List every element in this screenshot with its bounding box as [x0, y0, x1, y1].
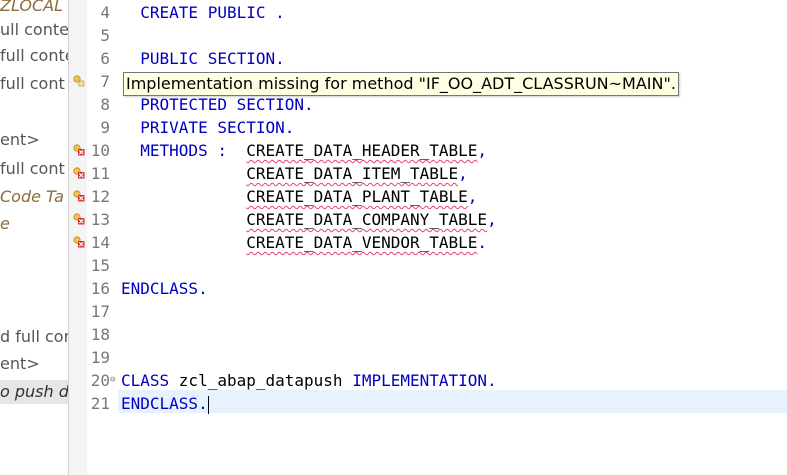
code-token: ENDCLASS. — [121, 279, 208, 298]
code-token: , — [467, 187, 478, 206]
code-token: PROTECTED SECTION. — [121, 95, 314, 114]
code-token: PRIVATE SECTION. — [121, 118, 295, 137]
code-token: . — [477, 233, 488, 252]
line-number: 10 — [90, 141, 110, 160]
line-number: 11 — [90, 164, 110, 183]
outline-item[interactable]: ZLOCAL — [0, 0, 63, 18]
method-name-error: CREATE_DATA_COMPANY_TABLE — [246, 210, 488, 229]
line-number: 12 — [90, 187, 110, 206]
method-name-error: CREATE_DATA_ITEM_TABLE — [246, 164, 459, 183]
code-token: PUBLIC SECTION. — [121, 49, 285, 68]
text-caret — [207, 395, 209, 414]
code-token: , — [458, 164, 468, 183]
outline-item[interactable]: Code Ta — [0, 185, 64, 209]
error-marker-icon[interactable] — [73, 213, 85, 225]
line-number: 9 — [100, 118, 110, 137]
error-marker-icon[interactable] — [73, 167, 85, 179]
line-number: 21 — [90, 394, 110, 413]
line-number: 7 — [100, 72, 110, 91]
fold-toggle-icon[interactable]: ⊖ — [110, 376, 118, 385]
error-marker-icon[interactable] — [73, 236, 85, 248]
line-number: 18 — [90, 325, 110, 344]
line-number: 6 — [100, 49, 110, 68]
code-token: , — [477, 141, 488, 160]
code-line[interactable]: CLASS zcl_abap_datapush IMPLEMENTATION. — [121, 369, 497, 392]
line-number: 16 — [90, 279, 110, 298]
outline-item[interactable]: d full con — [0, 325, 68, 349]
code-line[interactable]: ENDCLASS. — [121, 392, 209, 415]
code-token: zcl_abap_datapush — [178, 371, 343, 390]
code-line[interactable]: PRIVATE SECTION. — [121, 116, 294, 139]
error-marker-icon[interactable] — [73, 190, 85, 202]
code-line[interactable]: PROTECTED SECTION. — [121, 93, 314, 116]
line-number: 19 — [90, 348, 110, 367]
error-marker-icon[interactable] — [73, 144, 85, 156]
outline-item[interactable]: e — [0, 212, 10, 236]
outline-item[interactable]: o push d — [0, 380, 68, 404]
line-number: 15 — [90, 256, 110, 275]
line-number: 5 — [100, 26, 110, 45]
code-token: IMPLEMENTATION. — [342, 371, 497, 390]
outline-pane[interactable]: ZLOCALull contenfull contefull content>f… — [0, 0, 69, 475]
line-number: 20 — [90, 371, 110, 390]
outline-item[interactable]: ent> — [0, 128, 40, 152]
line-number: 14 — [90, 233, 110, 252]
outline-item[interactable]: ent> — [0, 352, 40, 376]
code-token: CREATE PUBLIC . — [121, 3, 285, 22]
code-line[interactable]: CREATE_DATA_PLANT_TABLE, — [121, 185, 477, 208]
line-number: 17 — [90, 302, 110, 321]
code-line[interactable]: METHODS : CREATE_DATA_HEADER_TABLE, — [121, 139, 487, 162]
error-tooltip: Implementation missing for method "IF_OO… — [123, 72, 679, 96]
code-token: , — [487, 210, 497, 229]
outline-item[interactable]: full cont — [0, 72, 65, 96]
code-token: CLASS — [121, 371, 179, 390]
code-token: ENDCLASS. — [121, 394, 208, 413]
code-line[interactable]: CREATE_DATA_VENDOR_TABLE. — [121, 231, 487, 254]
outline-item[interactable]: full cont — [0, 157, 65, 181]
outline-item[interactable]: ull conten — [0, 18, 68, 42]
code-line[interactable]: ENDCLASS. — [121, 277, 208, 300]
outline-item[interactable]: full conte — [0, 44, 68, 68]
code-line[interactable]: PUBLIC SECTION. — [121, 47, 285, 70]
line-number: 4 — [100, 3, 110, 22]
method-name-error: CREATE_DATA_HEADER_TABLE — [246, 141, 478, 160]
line-number: 13 — [90, 210, 110, 229]
code-token: METHODS : — [121, 141, 247, 160]
method-name-error: CREATE_DATA_VENDOR_TABLE — [246, 233, 478, 252]
line-number: 8 — [100, 95, 110, 114]
code-line[interactable]: CREATE PUBLIC . — [121, 1, 285, 24]
warning-marker-icon[interactable] — [73, 75, 85, 87]
method-name-error: CREATE_DATA_PLANT_TABLE — [246, 187, 468, 206]
code-line[interactable]: CREATE_DATA_COMPANY_TABLE, — [121, 208, 497, 231]
code-line[interactable]: CREATE_DATA_ITEM_TABLE, — [121, 162, 468, 185]
